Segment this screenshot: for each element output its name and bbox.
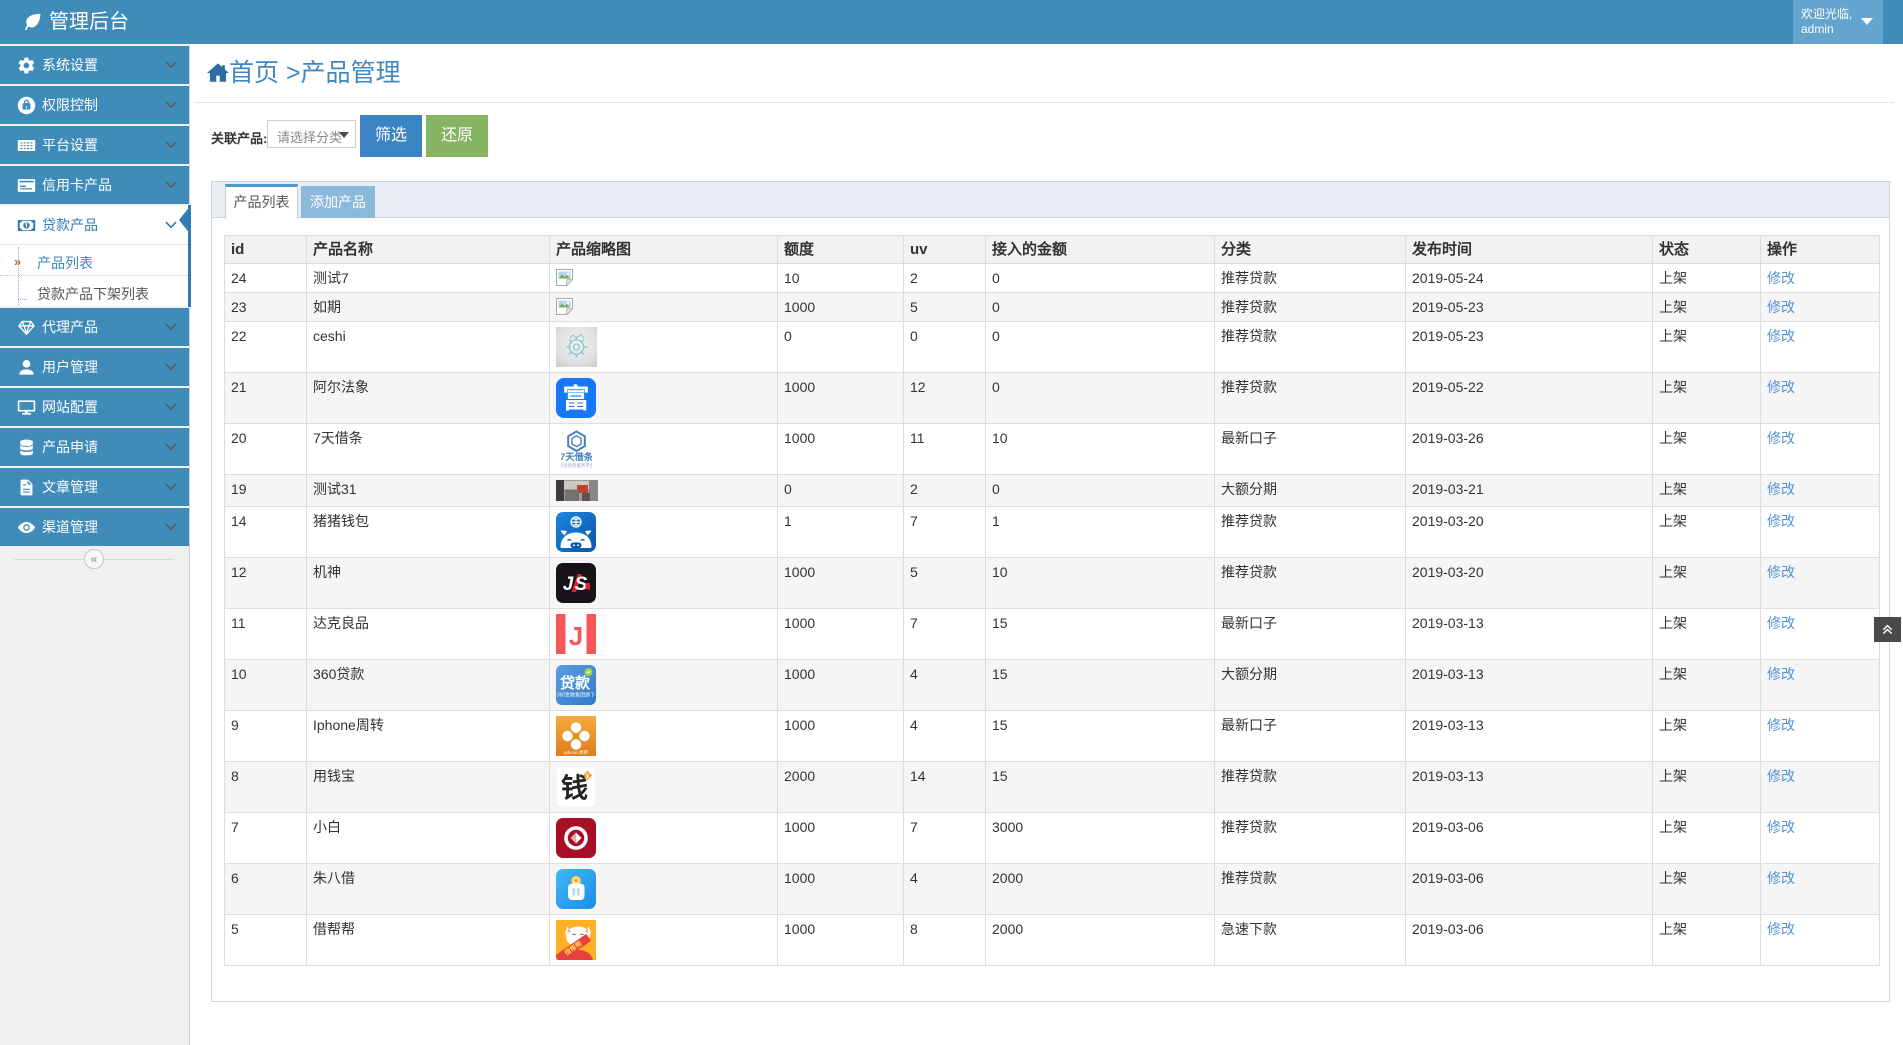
svg-text:钱: 钱 (561, 774, 588, 804)
svg-text:iphone 周转: iphone 周转 (564, 749, 588, 756)
svg-text:贷款: 贷款 (560, 674, 591, 692)
svg-text:富: 富 (563, 383, 590, 414)
svg-text:J: J (569, 621, 583, 651)
svg-text:¥: ¥ (586, 773, 590, 780)
svg-text:7天借条: 7天借条 (561, 451, 592, 462)
svg-text:专业借条服务平台: 专业借条服务平台 (561, 462, 592, 469)
svg-text:360金融集团旗下: 360金融集团旗下 (557, 692, 595, 699)
